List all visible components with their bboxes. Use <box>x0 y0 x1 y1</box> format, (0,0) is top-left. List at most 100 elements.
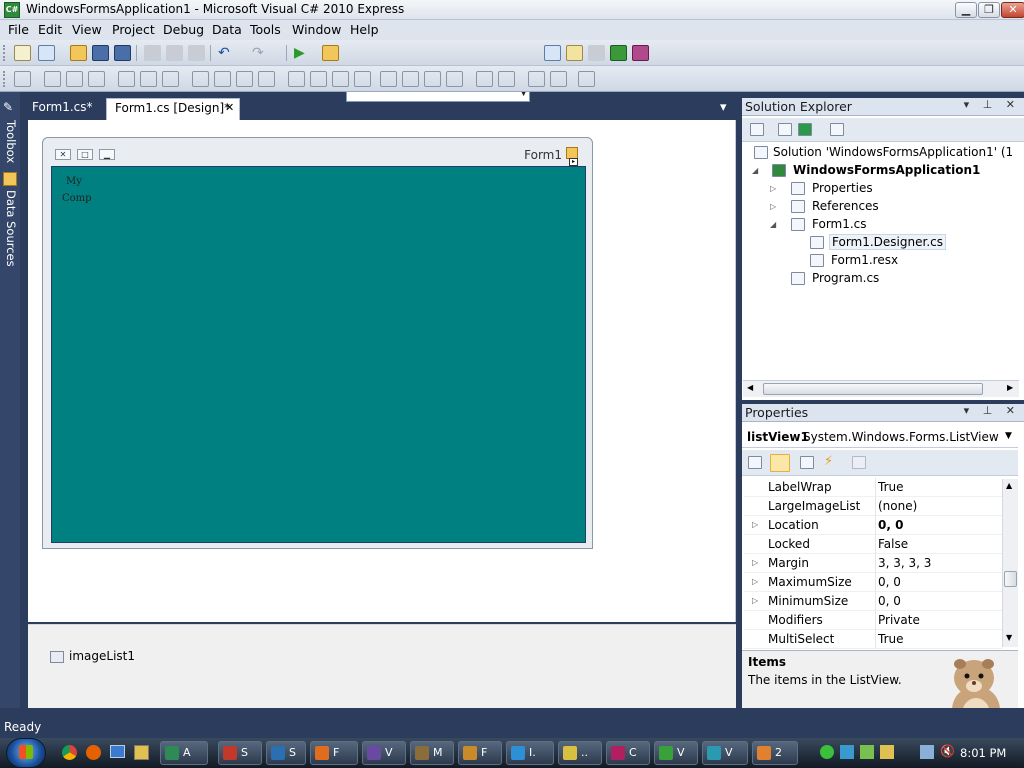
property-row[interactable]: ▷ Margin 3, 3, 3, 3 <box>744 554 1002 573</box>
expand-icon[interactable]: ▷ <box>752 558 758 567</box>
property-row[interactable]: LargeImageList (none) <box>744 497 1002 516</box>
options-icon[interactable] <box>632 45 649 61</box>
size-to-grid-icon[interactable] <box>258 71 275 87</box>
smart-tag-icon[interactable]: ▸ <box>569 158 578 166</box>
expand-icon[interactable]: ▷ <box>770 202 776 211</box>
property-row[interactable]: ▷ MaximumSize 0, 0 <box>744 573 1002 592</box>
align-lefts-icon[interactable] <box>44 71 61 87</box>
list-item[interactable]: My <box>66 176 82 187</box>
center-vertically-icon[interactable] <box>498 71 515 87</box>
taskbar-button[interactable]: M <box>410 741 454 765</box>
send-to-back-icon[interactable] <box>550 71 567 87</box>
properties-view-icon[interactable] <box>800 456 814 469</box>
chrome-icon[interactable] <box>62 745 77 760</box>
panel-buttons[interactable]: ▾ ⊥ ✕ <box>964 404 1020 417</box>
data-sources-tab[interactable]: Data Sources <box>2 190 18 267</box>
cut-icon[interactable] <box>144 45 161 61</box>
taskbar-button[interactable]: V <box>654 741 698 765</box>
app-icon[interactable]: C# <box>4 2 20 18</box>
undo-icon[interactable]: ↶ <box>218 45 235 61</box>
toolbox-icon[interactable] <box>610 45 627 61</box>
add-item-icon[interactable] <box>38 45 55 61</box>
taskbar-button[interactable]: V <box>702 741 748 765</box>
toolbar-grip[interactable] <box>3 71 6 87</box>
taskbar-button[interactable]: V <box>362 741 406 765</box>
decrease-vertical-spacing-icon[interactable] <box>424 71 441 87</box>
remove-horizontal-spacing-icon[interactable] <box>354 71 371 87</box>
remove-vertical-spacing-icon[interactable] <box>446 71 463 87</box>
property-row[interactable]: ▷ MinimumSize 0, 0 <box>744 592 1002 611</box>
property-row[interactable]: Modifiers Private <box>744 611 1002 630</box>
menu-edit[interactable]: Edit <box>38 22 62 37</box>
object-selector[interactable]: listView1 System.Windows.Forms.ListView … <box>742 426 1018 448</box>
listview1[interactable]: My Comp <box>51 166 586 543</box>
horizontal-spacing-icon[interactable] <box>288 71 305 87</box>
align-centers-icon[interactable] <box>66 71 83 87</box>
menu-debug[interactable]: Debug <box>163 22 204 37</box>
property-row[interactable]: Locked False <box>744 535 1002 554</box>
toolbox-icon[interactable]: ✎ <box>3 100 17 114</box>
property-pages-icon[interactable] <box>852 456 866 469</box>
alphabetical-icon[interactable] <box>770 454 790 472</box>
taskbar-button[interactable]: C <box>606 741 650 765</box>
scroll-down-icon[interactable]: ▼ <box>1006 633 1012 642</box>
menu-window[interactable]: Window <box>292 22 341 37</box>
bring-to-front-icon[interactable] <box>528 71 545 87</box>
property-value[interactable]: 0, 0 <box>878 575 901 589</box>
expand-icon[interactable]: ▷ <box>770 184 776 193</box>
vertical-spacing-icon[interactable] <box>380 71 397 87</box>
taskbar-button[interactable]: A <box>160 741 208 765</box>
align-rights-icon[interactable] <box>88 71 105 87</box>
tray-icon[interactable] <box>840 745 854 759</box>
make-same-width-icon[interactable] <box>192 71 209 87</box>
copy-icon[interactable] <box>166 45 183 61</box>
tray-icon[interactable] <box>880 745 894 759</box>
property-value[interactable]: False <box>878 537 908 551</box>
data-sources-icon[interactable] <box>3 172 17 186</box>
menu-tools[interactable]: Tools <box>250 22 281 37</box>
taskbar-button[interactable]: 2 <box>752 741 798 765</box>
scroll-thumb[interactable] <box>1004 571 1017 587</box>
increase-horizontal-spacing-icon[interactable] <box>310 71 327 87</box>
tab-form1-design[interactable]: Form1.cs [Design]* ✕ <box>106 98 240 120</box>
tray-icon[interactable] <box>860 745 874 759</box>
make-same-size-icon[interactable] <box>236 71 253 87</box>
scroll-up-icon[interactable]: ▲ <box>1006 481 1012 490</box>
refresh-icon[interactable] <box>798 123 812 136</box>
open-icon[interactable] <box>70 45 87 61</box>
find-in-files-icon[interactable] <box>322 45 339 61</box>
object-browser-icon[interactable] <box>588 45 605 61</box>
menu-help[interactable]: Help <box>350 22 379 37</box>
menu-data[interactable]: Data <box>212 22 242 37</box>
minimize-button[interactable]: ▁ <box>955 2 977 18</box>
taskbar-button[interactable]: S <box>266 741 306 765</box>
show-all-files-icon[interactable] <box>750 123 764 136</box>
tab-dropdown-icon[interactable]: ▾ <box>720 100 727 115</box>
save-icon[interactable] <box>92 45 109 61</box>
property-value[interactable]: True <box>878 632 904 646</box>
restore-button[interactable]: ❐ <box>978 2 1000 18</box>
tab-form1-code[interactable]: Form1.cs* <box>24 98 101 120</box>
redo-icon[interactable]: ↷ <box>252 45 269 61</box>
expand-icon[interactable]: ▷ <box>752 577 758 586</box>
taskbar-button[interactable]: F <box>310 741 358 765</box>
categorized-icon[interactable] <box>748 456 762 469</box>
properties-icon[interactable] <box>778 123 792 136</box>
decrease-horizontal-spacing-icon[interactable] <box>332 71 349 87</box>
view-code-icon[interactable] <box>830 123 844 136</box>
property-value[interactable]: (none) <box>878 499 917 513</box>
expand-icon[interactable]: ▷ <box>752 520 758 529</box>
tray-icon[interactable] <box>820 745 834 759</box>
show-desktop-icon[interactable] <box>110 745 125 758</box>
tab-order-icon[interactable] <box>578 71 595 87</box>
align-bottoms-icon[interactable] <box>162 71 179 87</box>
toolbox-tab[interactable]: Toolbox <box>2 120 18 163</box>
menu-project[interactable]: Project <box>112 22 155 37</box>
collapse-icon[interactable]: ◢ <box>770 220 776 229</box>
taskbar-clock[interactable]: 8:01 PM <box>960 746 1006 760</box>
collapse-icon[interactable]: ◢ <box>752 166 758 175</box>
taskbar-button[interactable]: I. <box>506 741 554 765</box>
close-tab-icon[interactable]: ✕ <box>225 101 234 114</box>
properties-icon[interactable] <box>566 45 583 61</box>
close-button[interactable]: ✕ <box>1001 2 1024 18</box>
